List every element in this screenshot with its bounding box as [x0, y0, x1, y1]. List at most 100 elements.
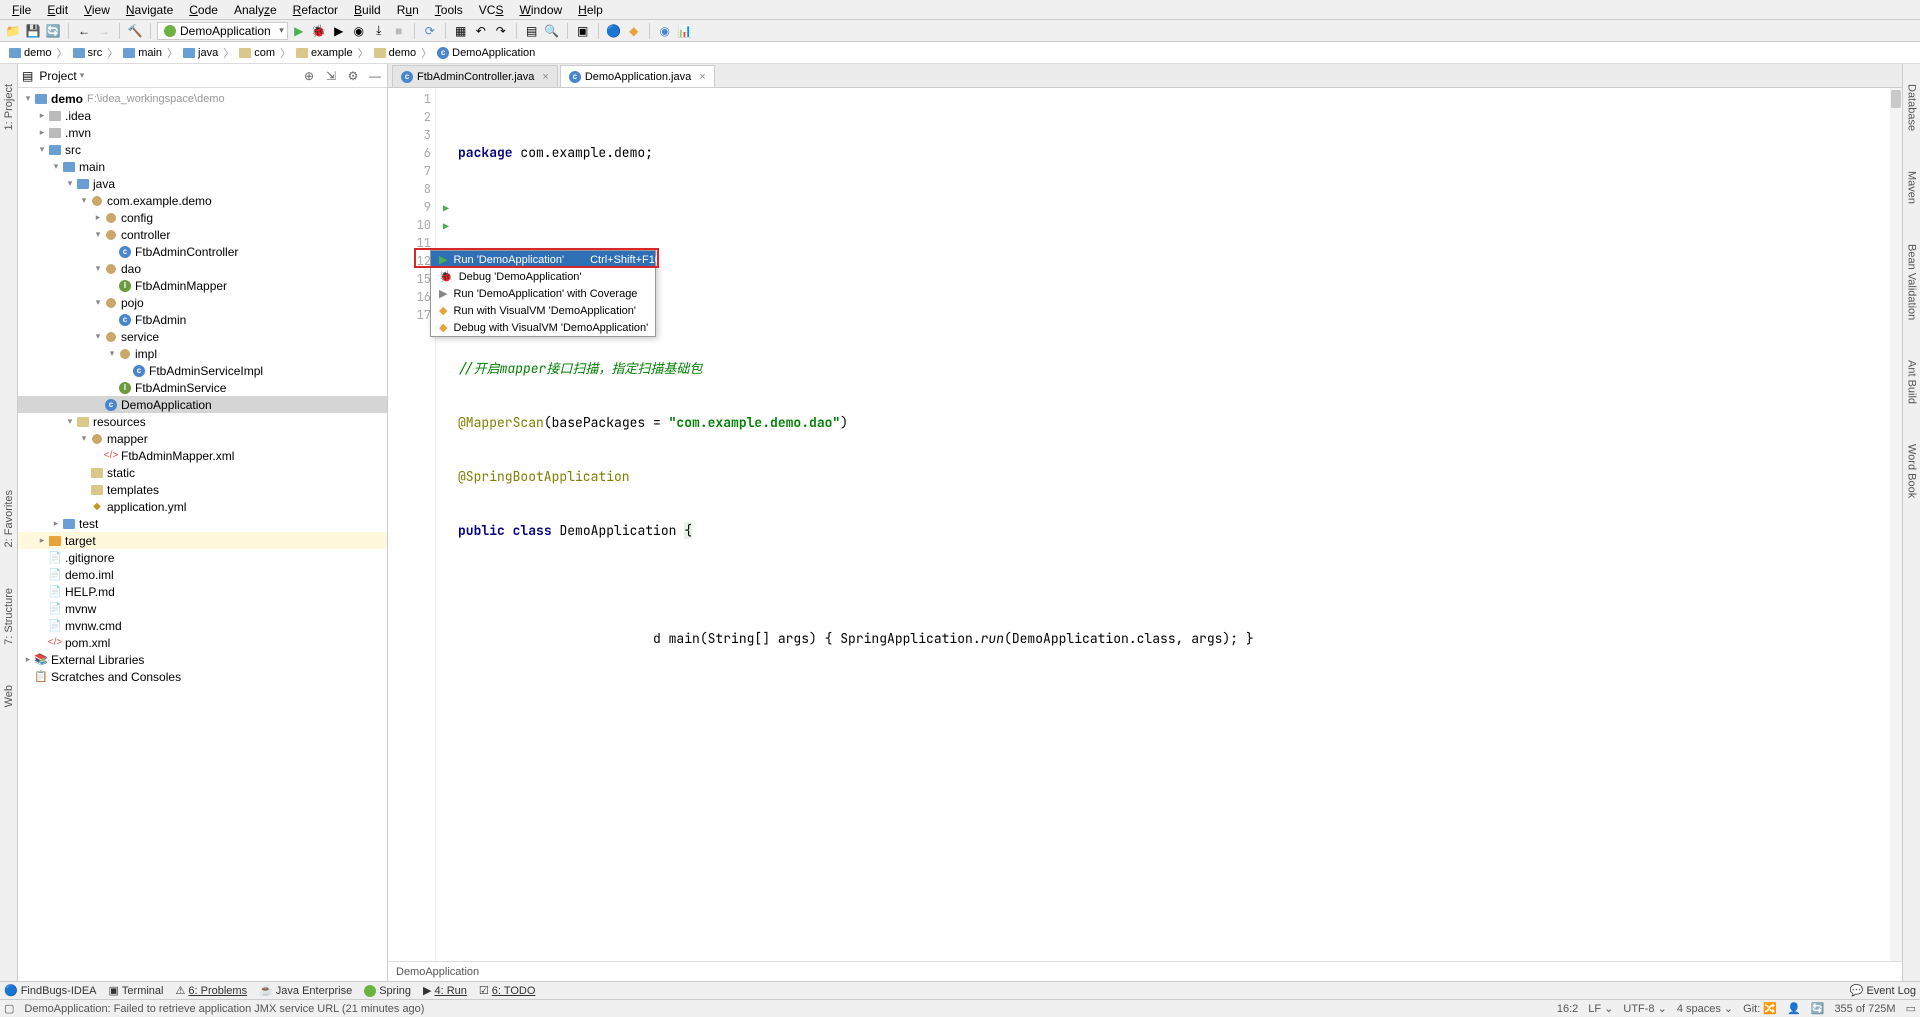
profile-icon[interactable]: ◉	[350, 22, 368, 40]
menu-edit[interactable]: Edit	[39, 3, 76, 17]
inspections-icon[interactable]: 👤	[1787, 1002, 1801, 1015]
tree-row[interactable]: ▾pojo	[18, 294, 387, 311]
run-icon[interactable]: ▶	[290, 22, 308, 40]
tree-row[interactable]: </>pom.xml	[18, 634, 387, 651]
tree-arrow-icon[interactable]: ▾	[64, 178, 76, 189]
line-ending[interactable]: LF ⌄	[1588, 1002, 1613, 1015]
scrollbar-thumb[interactable]	[1891, 90, 1901, 108]
search-icon[interactable]: 🔍	[543, 22, 561, 40]
save-icon[interactable]: 💾	[24, 22, 42, 40]
tree-arrow-icon[interactable]: ▸	[92, 212, 104, 223]
tree-arrow-icon[interactable]: ▾	[64, 416, 76, 427]
tree-arrow-icon[interactable]: ▾	[92, 331, 104, 342]
tree-row[interactable]: ▾impl	[18, 345, 387, 362]
editor-tab-active[interactable]: c DemoApplication.java ×	[560, 65, 715, 87]
chevron-right-icon[interactable]: ▸	[22, 654, 34, 665]
tree-arrow-icon[interactable]: ▸	[36, 110, 48, 121]
tree-arrow-icon[interactable]: ▾	[50, 161, 62, 172]
context-menu-item[interactable]: ▶Run 'DemoApplication'Ctrl+Shift+F10	[431, 251, 655, 268]
tree-arrow-icon[interactable]: ▾	[78, 195, 90, 206]
tree-arrow-icon[interactable]: ▾	[92, 297, 104, 308]
menu-tools[interactable]: Tools	[427, 3, 471, 17]
tree-row[interactable]: ▾controller	[18, 226, 387, 243]
sync-icon[interactable]: 🔄	[44, 22, 62, 40]
stat-icon[interactable]: 📊	[676, 22, 694, 40]
tree-row[interactable]: IFtbAdminMapper	[18, 277, 387, 294]
tree-row[interactable]: cFtbAdmin	[18, 311, 387, 328]
git-branch[interactable]: Git: 🔀	[1743, 1002, 1777, 1015]
menu-vcs[interactable]: VCS	[471, 3, 512, 17]
hide-icon[interactable]: —	[367, 68, 383, 84]
context-menu-item[interactable]: ◆Debug with VisualVM 'DemoApplication'	[431, 319, 655, 336]
status-icon[interactable]: ▢	[4, 1002, 14, 1015]
breadcrumb-item[interactable]: cDemoApplication	[434, 47, 538, 59]
editor-strip-label[interactable]: DemoApplication	[396, 966, 479, 978]
project-view-icon[interactable]: ▤	[22, 69, 33, 83]
breadcrumb-item[interactable]: demo	[371, 47, 420, 59]
tab-terminal[interactable]: ▣ Terminal	[109, 984, 164, 997]
build-icon[interactable]: 🔨	[126, 22, 144, 40]
breadcrumb-item[interactable]: main	[120, 47, 165, 59]
breadcrumb-item[interactable]: example	[293, 47, 356, 59]
tab-spring[interactable]: Spring	[364, 985, 411, 997]
tree-row[interactable]: 📄mvnw	[18, 600, 387, 617]
tree-arrow-icon[interactable]: ▾	[106, 348, 118, 359]
reg-icon[interactable]: ◉	[656, 22, 674, 40]
menu-code[interactable]: Code	[181, 3, 226, 17]
locate-icon[interactable]: ⊕	[301, 68, 317, 84]
attach-icon[interactable]: ⤓	[370, 22, 388, 40]
tree-arrow-icon[interactable]: ▾	[36, 144, 48, 155]
tree-arrow-icon[interactable]: ▸	[36, 535, 48, 546]
vertical-scrollbar[interactable]	[1890, 88, 1902, 961]
tree-row[interactable]: </>FtbAdminMapper.xml	[18, 447, 387, 464]
coverage-icon[interactable]: ▶	[330, 22, 348, 40]
context-menu-item[interactable]: ◆Run with VisualVM 'DemoApplication'	[431, 302, 655, 319]
tree-row[interactable]: ▸target	[18, 532, 387, 549]
vtab-ant-build[interactable]: Ant Build	[1906, 360, 1918, 404]
tree-row[interactable]: ▸.mvn	[18, 124, 387, 141]
menu-build[interactable]: Build	[346, 3, 389, 17]
tree-arrow-icon[interactable]: ▾	[92, 263, 104, 274]
vtab-project[interactable]: 1: Project	[3, 84, 15, 130]
visualvm-icon[interactable]: ◆	[625, 22, 643, 40]
breadcrumb-item[interactable]: demo	[6, 47, 55, 59]
memory-indicator[interactable]: 355 of 725M	[1834, 1003, 1895, 1015]
tree-row[interactable]: templates	[18, 481, 387, 498]
reader-mode-icon[interactable]: ▭	[1906, 1002, 1916, 1015]
project-tree[interactable]: ▾ demo F:\idea_workingspace\demo ▸.idea▸…	[18, 88, 387, 981]
vcs-update-icon[interactable]: ⟳	[421, 22, 439, 40]
tab-javaee[interactable]: ☕ Java Enterprise	[259, 984, 352, 997]
vtab-bean-validation[interactable]: Bean Validation	[1906, 244, 1918, 320]
tree-row[interactable]: cDemoApplication	[18, 396, 387, 413]
tree-row[interactable]: ▾java	[18, 175, 387, 192]
menu-window[interactable]: Window	[511, 3, 570, 17]
breadcrumb-item[interactable]: com	[236, 47, 278, 59]
editor-gutter[interactable]: 1236789▶10▶1112▶151617	[388, 88, 436, 961]
tab-event-log[interactable]: 💬 Event Log	[1850, 984, 1916, 997]
menu-analyze[interactable]: Analyze	[226, 3, 285, 17]
tree-row[interactable]: ▾dao	[18, 260, 387, 277]
tree-row[interactable]: cFtbAdminController	[18, 243, 387, 260]
close-icon[interactable]: ×	[542, 71, 548, 83]
tree-row[interactable]: ▾src	[18, 141, 387, 158]
tree-row[interactable]: ▸.idea	[18, 107, 387, 124]
close-icon[interactable]: ×	[699, 71, 705, 83]
breadcrumb-item[interactable]: java	[180, 47, 221, 59]
editor-tab[interactable]: c FtbAdminController.java ×	[392, 65, 558, 87]
menu-view[interactable]: View	[76, 3, 118, 17]
tree-row[interactable]: ▸config	[18, 209, 387, 226]
tree-row[interactable]: ▾resources	[18, 413, 387, 430]
gear-icon[interactable]: ⚙	[345, 68, 361, 84]
tree-row[interactable]: 📄.gitignore	[18, 549, 387, 566]
tree-row[interactable]: 📄HELP.md	[18, 583, 387, 600]
menu-file[interactable]: FFileile	[4, 3, 39, 17]
vtab-maven[interactable]: Maven	[1906, 171, 1918, 204]
tree-row[interactable]: 📄mvnw.cmd	[18, 617, 387, 634]
indent[interactable]: 4 spaces ⌄	[1677, 1002, 1733, 1015]
tree-arrow-icon[interactable]: ▾	[92, 229, 104, 240]
cursor-position[interactable]: 16:2	[1557, 1003, 1578, 1015]
tab-findbugs[interactable]: 🔵 FindBugs-IDEA	[4, 984, 97, 997]
tree-arrow-icon[interactable]: ▾	[78, 433, 90, 444]
chevron-down-icon[interactable]: ▾	[22, 93, 34, 104]
sync-icon[interactable]: 🔄	[1811, 1002, 1825, 1015]
